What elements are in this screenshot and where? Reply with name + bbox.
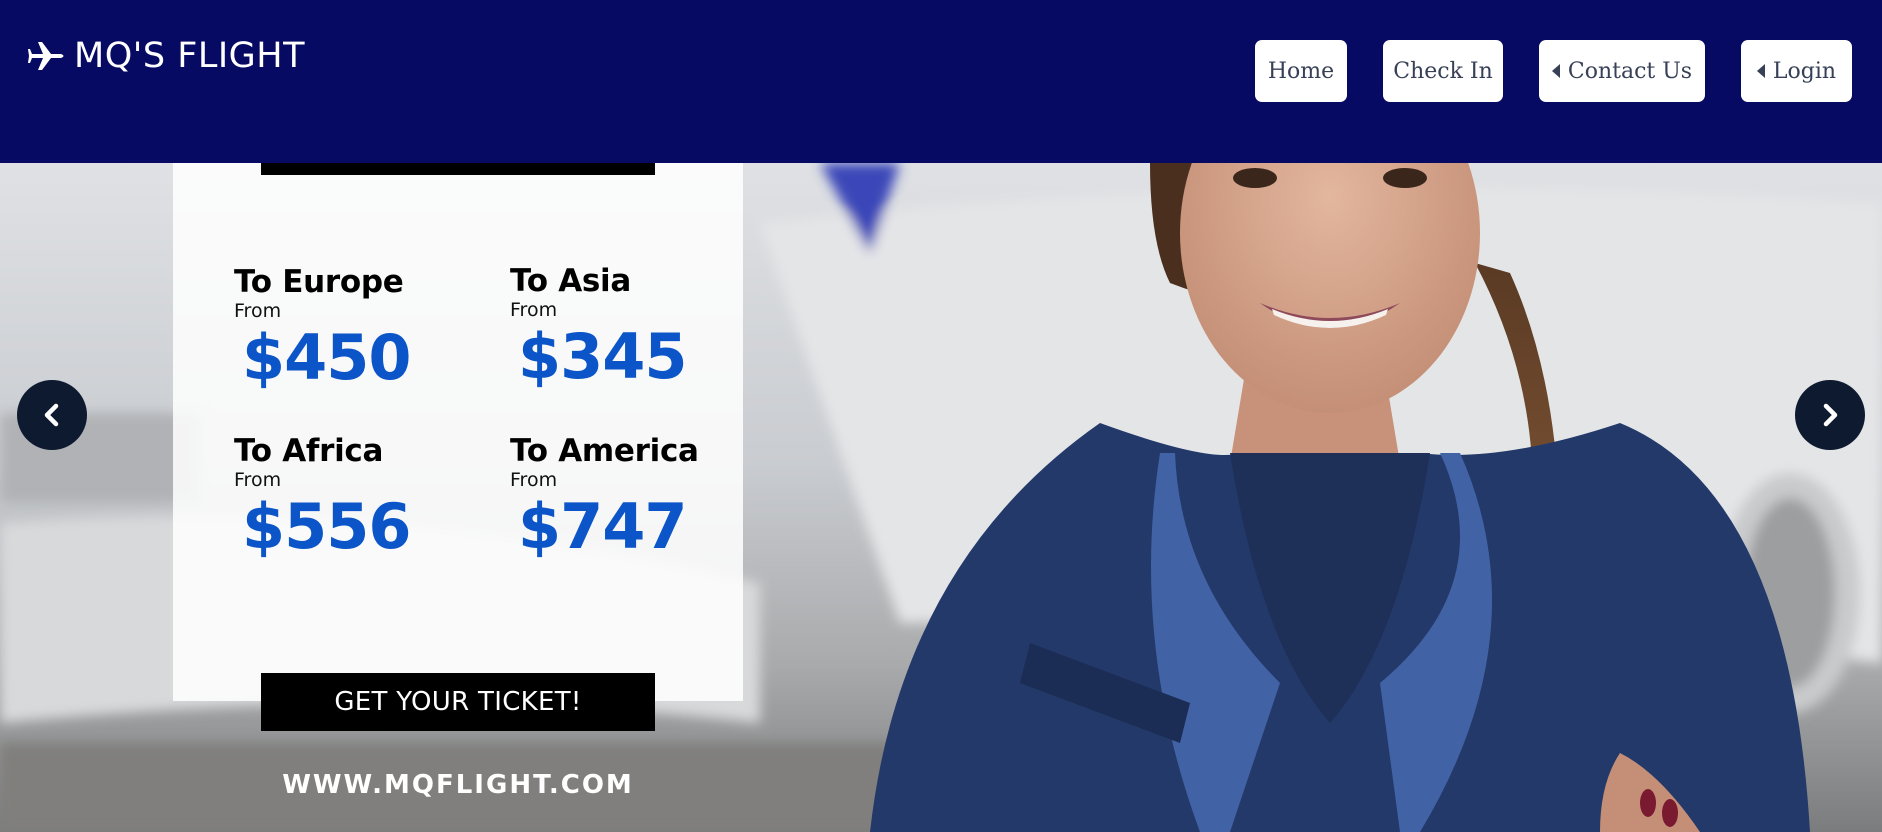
nav-home-button[interactable]: Home <box>1255 40 1347 102</box>
nav-contact-us-button[interactable]: Contact Us <box>1539 40 1705 102</box>
nav-login-label: Login <box>1772 58 1837 84</box>
destination-america: To America From $747 <box>510 436 699 558</box>
chevron-left-icon <box>39 402 65 428</box>
nav-home-label: Home <box>1267 58 1335 84</box>
navbar: MQ'S FLIGHT Home Check In Contact Us Log… <box>0 0 1882 163</box>
destination-from-label: From <box>234 300 282 322</box>
destination-name: To Europe <box>234 264 404 300</box>
destination-price: $747 <box>518 490 688 563</box>
hero-carousel: To Europe From $450 To Asia From $345 To… <box>0 163 1882 832</box>
website-url: WWW.MQFLIGHT.COM <box>282 770 634 800</box>
destination-africa: To Africa From $556 <box>234 433 412 563</box>
nav-login-button[interactable]: Login <box>1741 40 1852 102</box>
destination-name: To Asia <box>510 263 632 299</box>
destination-name: To America <box>510 433 699 469</box>
destination-price: $450 <box>242 321 412 394</box>
caret-left-icon <box>1756 64 1765 78</box>
brand[interactable]: MQ'S FLIGHT <box>28 36 305 76</box>
destination-from-label: From <box>510 469 558 491</box>
promo-top-bar <box>261 163 655 175</box>
get-ticket-label: GET YOUR TICKET! <box>334 687 582 717</box>
destination-price: $345 <box>518 320 688 393</box>
destination-name: To Africa <box>234 433 384 469</box>
chevron-right-icon <box>1817 402 1843 428</box>
carousel-prev-button[interactable] <box>17 380 87 450</box>
carousel-next-button[interactable] <box>1795 380 1865 450</box>
destination-asia: To Asia From $345 <box>510 263 688 393</box>
brand-name: MQ'S FLIGHT <box>74 35 305 76</box>
caret-left-icon <box>1551 64 1560 78</box>
destination-price: $556 <box>242 490 412 563</box>
nav-contact-us-label: Contact Us <box>1567 58 1693 84</box>
get-ticket-button[interactable]: GET YOUR TICKET! <box>261 673 655 731</box>
destination-from-label: From <box>234 469 282 491</box>
nav-check-in-label: Check In <box>1393 58 1493 84</box>
promo-card <box>173 163 743 701</box>
airplane-icon <box>28 36 68 76</box>
nav-check-in-button[interactable]: Check In <box>1383 40 1503 102</box>
destination-from-label: From <box>510 299 558 321</box>
destination-europe: To Europe From $450 <box>234 264 412 394</box>
